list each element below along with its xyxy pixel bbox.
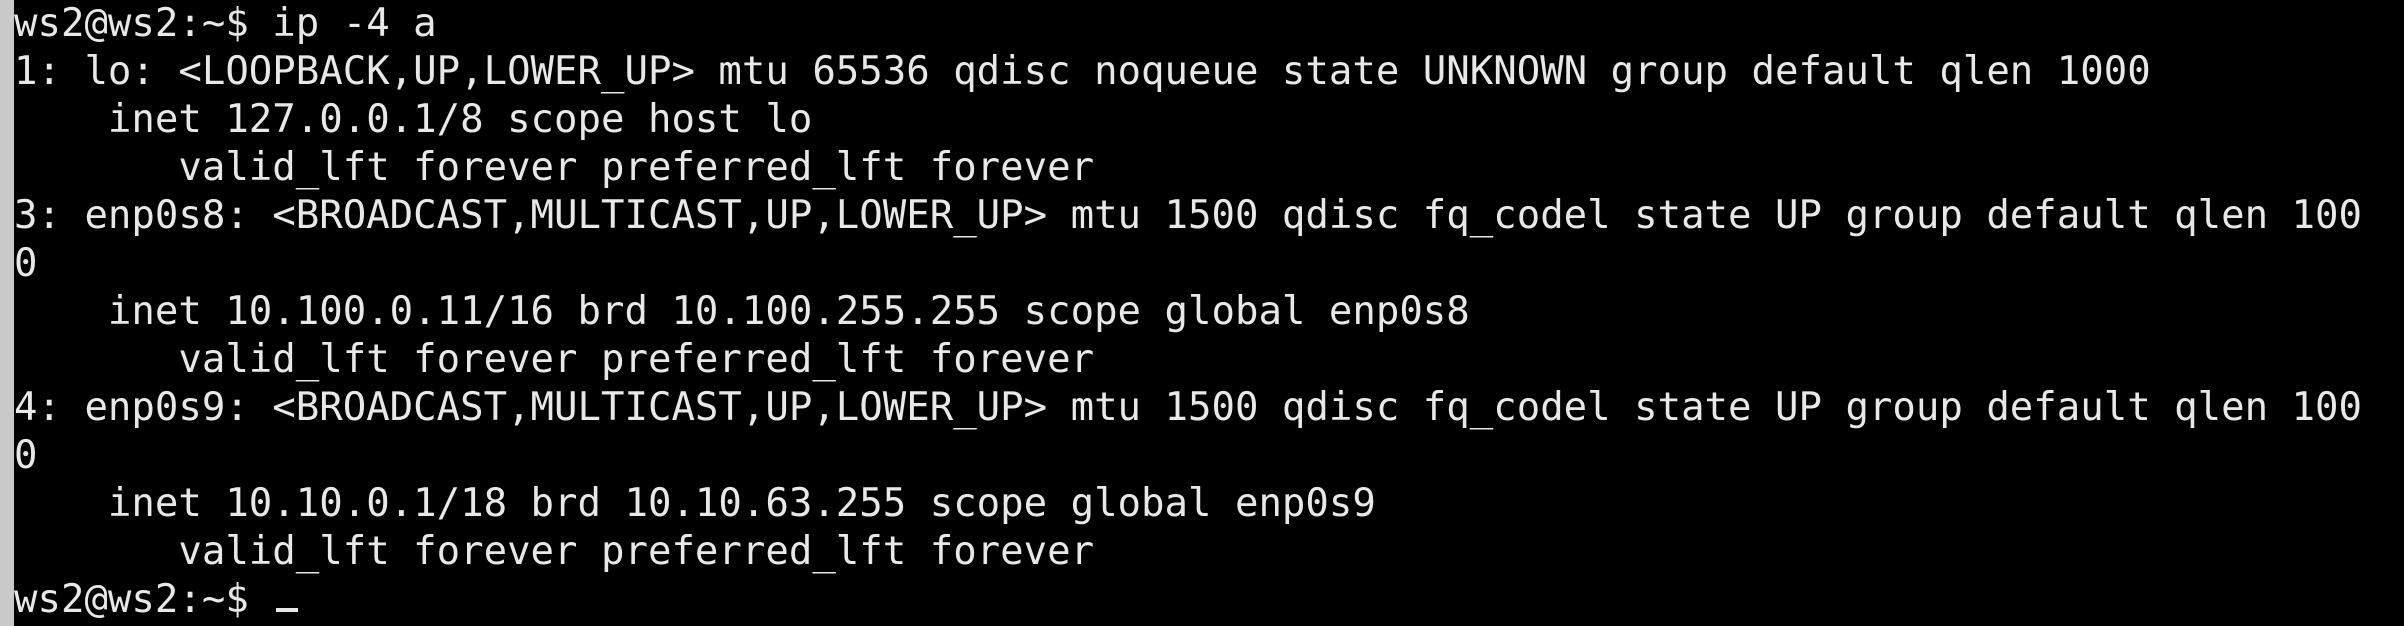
terminal-window[interactable]: ws2@ws2:~$ ip -4 a 1: lo: <LOOPBACK,UP,L… (14, 0, 2404, 626)
terminal-line: valid_lft forever preferred_lft forever (14, 337, 1095, 382)
terminal-line: inet 10.10.0.1/18 brd 10.10.63.255 scope… (14, 481, 1376, 526)
window-left-edge (0, 0, 14, 626)
terminal-prompt: ws2@ws2:~$ (14, 577, 273, 622)
terminal-line: 0 (14, 241, 38, 286)
terminal-line: inet 10.100.0.11/16 brd 10.100.255.255 s… (14, 289, 1470, 334)
text-cursor (276, 608, 299, 612)
terminal-line: inet 127.0.0.1/8 scope host lo (14, 97, 813, 142)
terminal-prompt-line[interactable]: ws2@ws2:~$ (14, 576, 299, 624)
terminal-line: 1: lo: <LOOPBACK,UP,LOWER_UP> mtu 65536 … (14, 49, 2151, 94)
terminal-line: 3: enp0s8: <BROADCAST,MULTICAST,UP,LOWER… (14, 193, 2362, 238)
terminal-line: valid_lft forever preferred_lft forever (14, 145, 1095, 190)
terminal-line: ws2@ws2:~$ ip -4 a (14, 1, 437, 46)
terminal-line: valid_lft forever preferred_lft forever (14, 529, 1095, 574)
terminal-line: 4: enp0s9: <BROADCAST,MULTICAST,UP,LOWER… (14, 385, 2362, 430)
terminal-line: 0 (14, 433, 38, 478)
